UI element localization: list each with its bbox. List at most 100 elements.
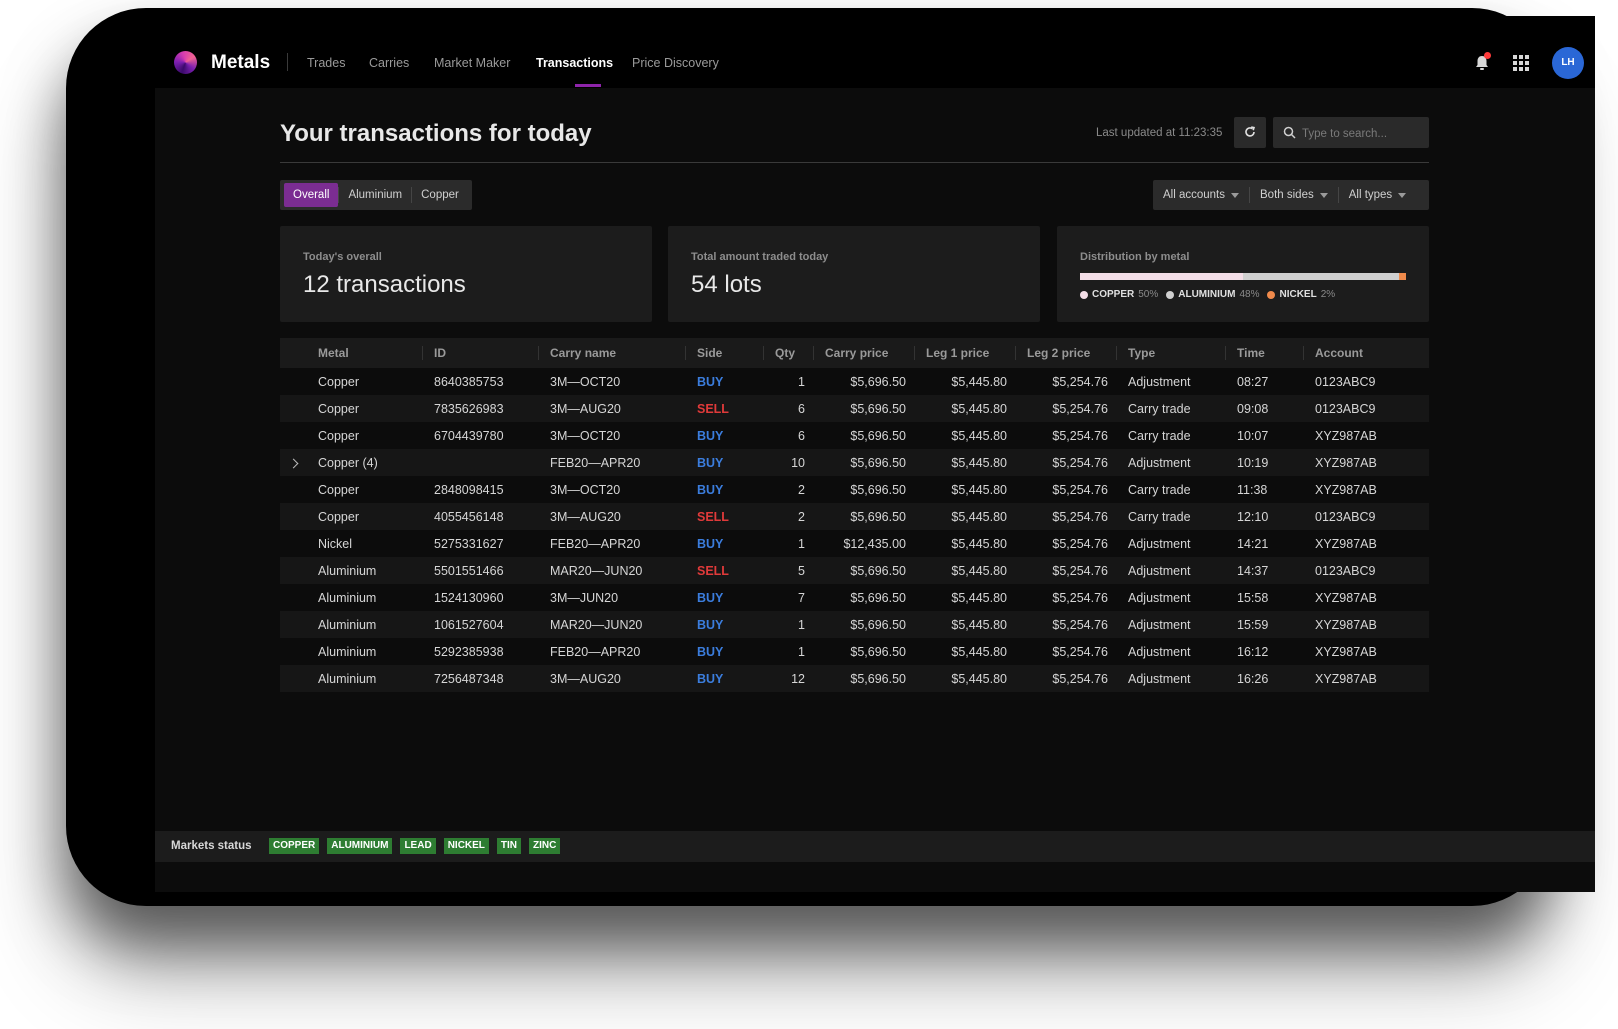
tab-overall[interactable]: Overall xyxy=(284,183,339,207)
search-input[interactable] xyxy=(1300,117,1428,150)
nav-item-market-maker[interactable]: Market Maker xyxy=(434,56,510,70)
cell-account: XYZ987AB xyxy=(1304,449,1429,476)
cell-metal: Copper xyxy=(307,422,423,449)
expand-cell xyxy=(280,503,307,530)
column-header-carry-name[interactable]: Carry name xyxy=(539,338,686,368)
expand-cell xyxy=(280,638,307,665)
cell-account: XYZ987AB xyxy=(1304,638,1429,665)
cell-leg1-price: $5,445.80 xyxy=(915,422,1016,449)
table-row[interactable]: Copper (4) FEB20—APR20 BUY 10 $5,696.50 $5,44… xyxy=(280,449,1429,476)
cell-side: BUY xyxy=(686,611,764,638)
expand-cell[interactable] xyxy=(280,449,307,476)
cell-qty: 2 xyxy=(764,503,814,530)
metal-tabs: Overall Aluminium Copper xyxy=(280,180,472,210)
distribution-segment-aluminium xyxy=(1243,273,1400,280)
refresh-button[interactable] xyxy=(1234,117,1266,148)
cell-type: Adjustment xyxy=(1117,530,1226,557)
table-row[interactable]: Aluminium 1061527604 MAR20—JUN20 BUY 1 $5,696… xyxy=(280,611,1429,638)
page-title: Your transactions for today xyxy=(280,120,592,147)
top-navigation-bar: Metals Trades Carries Market Maker Trans… xyxy=(155,16,1595,88)
market-badge-tin[interactable]: TIN xyxy=(496,838,522,854)
cell-carry-price: $5,696.50 xyxy=(814,368,915,395)
column-header-leg1-price[interactable]: Leg 1 price xyxy=(915,338,1016,368)
nav-item-price-discovery[interactable]: Price Discovery xyxy=(632,56,719,70)
cell-account: XYZ987AB xyxy=(1304,665,1429,692)
apps-grid-icon[interactable] xyxy=(1513,55,1529,71)
filter-dropdowns: All accounts Both sides All types xyxy=(1153,180,1429,210)
column-header-metal[interactable]: Metal xyxy=(307,338,423,368)
table-row[interactable]: Copper 8640385753 3M—OCT20 BUY 1 $5,696.50 $5,… xyxy=(280,368,1429,395)
types-filter-dropdown[interactable]: All types xyxy=(1339,189,1416,201)
cell-time: 16:12 xyxy=(1226,638,1304,665)
chevron-down-icon xyxy=(1398,192,1407,198)
column-header-carry-price[interactable]: Carry price xyxy=(814,338,915,368)
metals-logo-icon[interactable] xyxy=(174,51,197,74)
legend-dot-icon xyxy=(1267,290,1276,299)
cell-id: 2848098415 xyxy=(423,476,539,503)
cell-leg1-price: $5,445.80 xyxy=(915,503,1016,530)
sides-filter-label: Both sides xyxy=(1260,189,1314,201)
cell-leg1-price: $5,445.80 xyxy=(915,665,1016,692)
nav-item-trades[interactable]: Trades xyxy=(307,56,345,70)
distribution-segment-nickel xyxy=(1399,273,1406,280)
nav-item-carries[interactable]: Carries xyxy=(369,56,409,70)
market-badge-copper[interactable]: COPPER xyxy=(269,838,320,854)
table-row[interactable]: Copper 6704439780 3M—OCT20 BUY 6 $5,696.50 $5,… xyxy=(280,422,1429,449)
cell-id: 5275331627 xyxy=(423,530,539,557)
market-badge-aluminium[interactable]: ALUMINIUM xyxy=(327,838,393,854)
user-avatar[interactable]: LH xyxy=(1552,47,1584,79)
cell-metal: Nickel xyxy=(307,530,423,557)
table-row[interactable]: Copper 2848098415 3M—OCT20 BUY 2 $5,696.50 $5,… xyxy=(280,476,1429,503)
column-header-type[interactable]: Type xyxy=(1117,338,1226,368)
accounts-filter-dropdown[interactable]: All accounts xyxy=(1153,189,1249,201)
tab-copper[interactable]: Copper xyxy=(412,183,468,207)
brand-divider xyxy=(287,53,288,71)
cell-account: 0123ABC9 xyxy=(1304,557,1429,584)
table-row[interactable]: Aluminium 5501551466 MAR20—JUN20 SELL 5 $5,69… xyxy=(280,557,1429,584)
card-value: 54 lots xyxy=(691,271,762,298)
cell-carry-name: FEB20—APR20 xyxy=(539,449,686,476)
legend-name: NICKEL xyxy=(1279,289,1317,300)
device-frame: Metals Trades Carries Market Maker Trans… xyxy=(66,8,1595,906)
table-row[interactable]: Copper 7835626983 3M—AUG20 SELL 6 $5,696.50 $5… xyxy=(280,395,1429,422)
overall-transactions-card: Today's overall 12 transactions xyxy=(280,226,652,322)
cell-carry-name: 3M—AUG20 xyxy=(539,395,686,422)
cell-side: BUY xyxy=(686,665,764,692)
cell-type: Adjustment xyxy=(1117,584,1226,611)
market-badge-lead[interactable]: LEAD xyxy=(400,838,436,854)
cell-metal: Aluminium xyxy=(307,638,423,665)
cell-id: 7835626983 xyxy=(423,395,539,422)
tab-aluminium[interactable]: Aluminium xyxy=(339,183,411,207)
brand-name[interactable]: Metals xyxy=(211,52,270,74)
search-icon xyxy=(1283,126,1296,139)
market-badge-nickel[interactable]: NICKEL xyxy=(443,838,489,854)
cell-type: Adjustment xyxy=(1117,638,1226,665)
cell-type: Adjustment xyxy=(1117,557,1226,584)
table-row[interactable]: Copper 4055456148 3M—AUG20 SELL 2 $5,696.50 $5… xyxy=(280,503,1429,530)
column-header-qty[interactable]: Qty xyxy=(764,338,814,368)
table-row[interactable]: Aluminium 5292385938 FEB20—APR20 BUY 1 $5,696… xyxy=(280,638,1429,665)
table-row[interactable]: Nickel 5275331627 FEB20—APR20 BUY 1 $12,435.0… xyxy=(280,530,1429,557)
cell-leg2-price: $5,254.76 xyxy=(1016,584,1117,611)
column-header-id[interactable]: ID xyxy=(423,338,539,368)
markets-status-bar: Markets status COPPER ALUMINIUM LEAD NIC… xyxy=(155,831,1595,862)
column-header-account[interactable]: Account xyxy=(1304,338,1429,368)
nav-item-transactions[interactable]: Transactions xyxy=(536,56,613,70)
column-header-side[interactable]: Side xyxy=(686,338,764,368)
cell-side: SELL xyxy=(686,503,764,530)
cell-qty: 1 xyxy=(764,638,814,665)
cell-side: BUY xyxy=(686,422,764,449)
legend-percent: 50% xyxy=(1138,289,1159,300)
market-badge-zinc[interactable]: ZINC xyxy=(529,838,561,854)
column-header-time[interactable]: Time xyxy=(1226,338,1304,368)
column-header-leg2-price[interactable]: Leg 2 price xyxy=(1016,338,1117,368)
cell-leg2-price: $5,254.76 xyxy=(1016,422,1117,449)
expand-cell xyxy=(280,476,307,503)
cell-leg2-price: $5,254.76 xyxy=(1016,368,1117,395)
sides-filter-dropdown[interactable]: Both sides xyxy=(1250,189,1338,201)
cell-carry-name: FEB20—APR20 xyxy=(539,530,686,557)
table-row[interactable]: Aluminium 7256487348 3M—AUG20 BUY 12 $5,696.5… xyxy=(280,665,1429,692)
chevron-right-icon[interactable] xyxy=(288,458,299,468)
card-label: Today's overall xyxy=(303,251,382,263)
table-row[interactable]: Aluminium 1524130960 3M—JUN20 BUY 7 $5,696.50… xyxy=(280,584,1429,611)
